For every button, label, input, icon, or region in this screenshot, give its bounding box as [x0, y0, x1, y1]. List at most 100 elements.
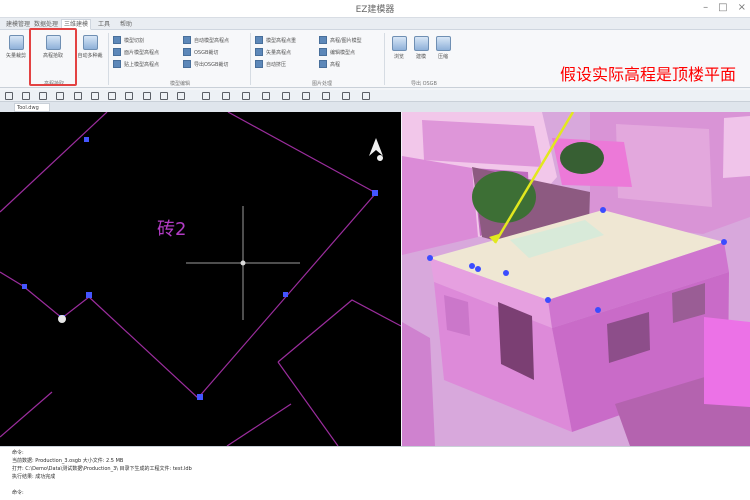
auto-extrude-item[interactable]: 自动挤压	[255, 60, 286, 68]
paste-model-elevation-item[interactable]: 贴上模型高程点	[113, 60, 159, 68]
model-button[interactable]: 建模	[411, 36, 431, 60]
toolbar-tool-19-icon[interactable]	[342, 92, 350, 100]
document-tab[interactable]: Tool.dwg	[14, 103, 50, 112]
north-arrow-icon	[369, 138, 383, 161]
toolbar-tool-5-icon[interactable]	[74, 92, 82, 100]
model-cut-label: 模型切割	[124, 37, 145, 44]
vector-elevation-label: 矢量高程点	[266, 49, 292, 56]
elevation-pick-highlight	[29, 28, 77, 86]
toolbar-tool-13-icon[interactable]	[222, 92, 230, 100]
tree-icon	[560, 142, 604, 174]
minimize-button[interactable]: –	[703, 2, 708, 13]
ribbon-group-image: 图片处理	[311, 81, 332, 87]
toolbar-tool-4-icon[interactable]	[56, 92, 64, 100]
document-tab-strip: Tool.dwg	[0, 102, 750, 112]
model-elevation-reset-item[interactable]: 模型高程点重	[255, 36, 296, 44]
toolbar-tool-10-icon[interactable]	[160, 92, 168, 100]
toolbar-tool-2-icon[interactable]	[22, 92, 30, 100]
vertex-marker-7-icon	[84, 137, 89, 142]
auto-model-elevation-icon	[183, 36, 191, 44]
toolbar-tool-17-icon[interactable]	[302, 92, 310, 100]
crosshair-center-icon	[240, 260, 246, 266]
toolbar-tool-14-icon[interactable]	[242, 92, 250, 100]
auto-extrude-icon	[255, 60, 263, 68]
ribbon-separator-2	[250, 33, 251, 85]
title-bar: EZ建模器 – □ ×	[0, 0, 750, 18]
osgb-crop-label: OSGB裁切	[194, 49, 219, 56]
toolbar-tool-11-icon[interactable]	[177, 92, 185, 100]
osgb-crop-item[interactable]: OSGB裁切	[183, 48, 218, 56]
toolbar-tool-15-icon[interactable]	[262, 92, 270, 100]
vector-crop-label: 矢量裁剪	[5, 53, 26, 59]
toolbar-tool-6-icon[interactable]	[91, 92, 99, 100]
cad-2d-view[interactable]: 砖2	[0, 112, 401, 446]
model-elevation-reset-label: 模型高程点重	[266, 37, 297, 44]
auto-crop-button[interactable]: 自动多种裁	[72, 35, 108, 59]
vertex-marker-2-icon	[86, 292, 92, 298]
close-button[interactable]: ×	[738, 2, 746, 13]
ribbon-separator-1	[108, 33, 109, 85]
toolbar-tool-16-icon[interactable]	[282, 92, 290, 100]
ribbon-group-export: 导出 OSGB	[410, 81, 437, 87]
vertex-marker-6-icon	[283, 292, 288, 297]
application-window: EZ建模器 – □ × 建模管理 数据处理 三维建模 工具 帮助 矢量裁剪 高程…	[0, 0, 750, 500]
ribbon-separator-3	[384, 33, 385, 85]
compress-icon	[435, 36, 451, 51]
drawing-toolbar	[0, 90, 750, 102]
auto-crop-icon	[82, 35, 98, 50]
maximize-button[interactable]: □	[718, 2, 727, 13]
cad-vector-drawing: 砖2	[0, 112, 401, 446]
vertex-marker-3-icon	[197, 394, 203, 400]
command-status-panel: 命令: 当前数据: Production_3.osgb 大小文件: 2.5 MB…	[0, 446, 750, 500]
edit-model-point-label: 编辑模型点	[330, 49, 356, 56]
annotation-text: 假设实际高程是顶楼平面	[560, 65, 737, 84]
image-model-item[interactable]: 高程/图片模型	[319, 36, 362, 44]
auto-model-elevation-label: 自动模型高程点	[194, 37, 230, 44]
status-line-3: 打开: C:\Demo\Data\测试数据\Production_3\ 目录下生…	[12, 466, 192, 472]
toolbar-tool-8-icon[interactable]	[125, 92, 133, 100]
edit-model-point-icon	[319, 48, 327, 56]
selected-point-icon	[58, 315, 66, 323]
toolbar-tool-3-icon[interactable]	[39, 92, 47, 100]
ribbon-tabs: 建模管理 数据处理 三维建模 工具 帮助	[0, 18, 750, 30]
vector-elevation-item[interactable]: 矢量高程点	[255, 48, 291, 56]
paste-model-elevation-label: 贴上模型高程点	[124, 61, 160, 68]
status-line-4: 执行结果: 成功完成	[12, 474, 56, 480]
cad-label-brick2: 砖2	[157, 219, 186, 240]
tree-icon	[472, 171, 536, 223]
auto-extrude-label: 自动挤压	[266, 61, 287, 68]
compress-button[interactable]: 压缩	[433, 36, 453, 60]
vector-elevation-icon	[255, 48, 263, 56]
toolbar-tool-7-icon[interactable]	[108, 92, 116, 100]
toolbar-tool-12-icon[interactable]	[202, 92, 210, 100]
vertex-marker-5-icon	[22, 284, 27, 289]
browse-label: 浏览	[393, 54, 404, 60]
tab-model-manage[interactable]: 建模管理	[4, 19, 32, 30]
window-controls: – □ ×	[703, 2, 746, 13]
model-cut-item[interactable]: 模型切割	[113, 36, 144, 44]
browse-button[interactable]: 浏览	[389, 36, 409, 60]
tab-help[interactable]: 帮助	[117, 19, 135, 30]
edit-model-point-item[interactable]: 编辑模型点	[319, 48, 355, 56]
model-cut-icon	[113, 36, 121, 44]
vertex-marker-1-icon	[372, 190, 378, 196]
vector-crop-button[interactable]: 矢量裁剪	[3, 35, 29, 59]
oblique-building-model	[402, 112, 750, 446]
auto-model-elevation-item[interactable]: 自动模型高程点	[183, 36, 229, 44]
tab-tools[interactable]: 工具	[94, 19, 114, 30]
image-model-icon	[319, 36, 327, 44]
toolbar-tool-20-icon[interactable]	[362, 92, 370, 100]
toolbar-tool-18-icon[interactable]	[322, 92, 330, 100]
export-osgb-crop-item[interactable]: 导出OSGB裁切	[183, 60, 228, 68]
compress-label: 压缩	[437, 54, 448, 60]
auto-crop-label: 自动多种裁	[77, 53, 103, 59]
toolbar-tool-1-icon[interactable]	[5, 92, 13, 100]
model-elevation-reset-icon	[255, 36, 263, 44]
elevation-item[interactable]: 高程	[319, 60, 340, 68]
model-icon	[413, 36, 429, 51]
toolbar-tool-9-icon[interactable]	[143, 92, 151, 100]
paste-model-elevation-icon	[113, 60, 121, 68]
face-model-elevation-item[interactable]: 面片模型高程点	[113, 48, 159, 56]
status-line-2: 当前数据: Production_3.osgb 大小文件: 2.5 MB	[12, 458, 124, 464]
oblique-3d-view[interactable]	[402, 112, 750, 446]
